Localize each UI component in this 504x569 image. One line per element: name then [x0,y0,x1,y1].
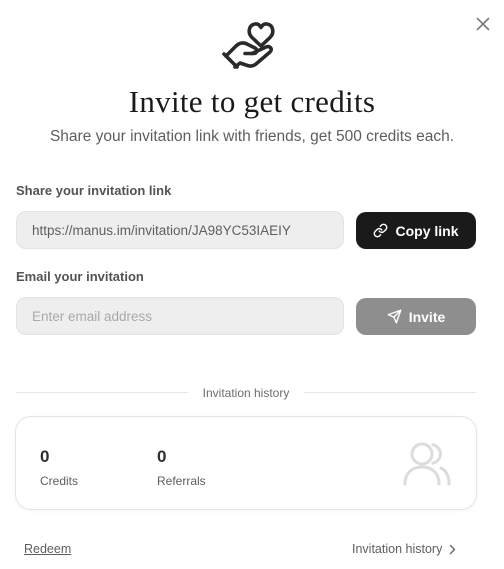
divider-line-right [304,392,476,393]
copy-link-label: Copy link [395,222,459,239]
email-field[interactable] [16,297,344,335]
referrals-label: Referrals [157,474,206,488]
users-icon [403,442,451,486]
hand-heart-icon [222,22,275,69]
copy-link-button[interactable]: Copy link [356,212,476,249]
redeem-link[interactable]: Redeem [24,542,71,556]
close-icon [476,17,490,31]
invitation-history-heading: Invitation history [202,386,290,400]
page-title: Invite to get credits [128,84,376,119]
share-link-label: Share your invitation link [16,183,172,198]
credits-stat: 0 Credits [40,447,78,488]
page-subtitle: Share your invitation link with friends,… [49,128,455,145]
send-icon [387,309,402,324]
credits-label: Credits [40,474,79,488]
link-icon [373,223,388,238]
invitation-stats-card: 0 Credits 0 Referrals [15,416,477,510]
invite-dialog: Invite to get credits Share your invitat… [0,0,504,569]
invitation-link-field[interactable]: https://manus.im/invitation/JA98YC53IAEI… [16,211,344,249]
email-invitation-label: Email your invitation [16,269,144,284]
invitation-history-link[interactable]: Invitation history [352,542,456,556]
close-button[interactable] [473,14,493,34]
referrals-count: 0 [157,447,167,466]
divider-line-left [16,392,188,393]
invitation-link-value: https://manus.im/invitation/JA98YC53IAEI… [32,222,291,238]
chevron-right-icon [450,544,456,554]
referrals-stat: 0 Referrals [157,447,206,488]
invitation-history-link-label: Invitation history [352,542,443,556]
email-input[interactable] [32,308,328,324]
credits-count: 0 [40,447,50,466]
invite-label: Invite [408,308,446,325]
invite-button[interactable]: Invite [356,298,476,335]
